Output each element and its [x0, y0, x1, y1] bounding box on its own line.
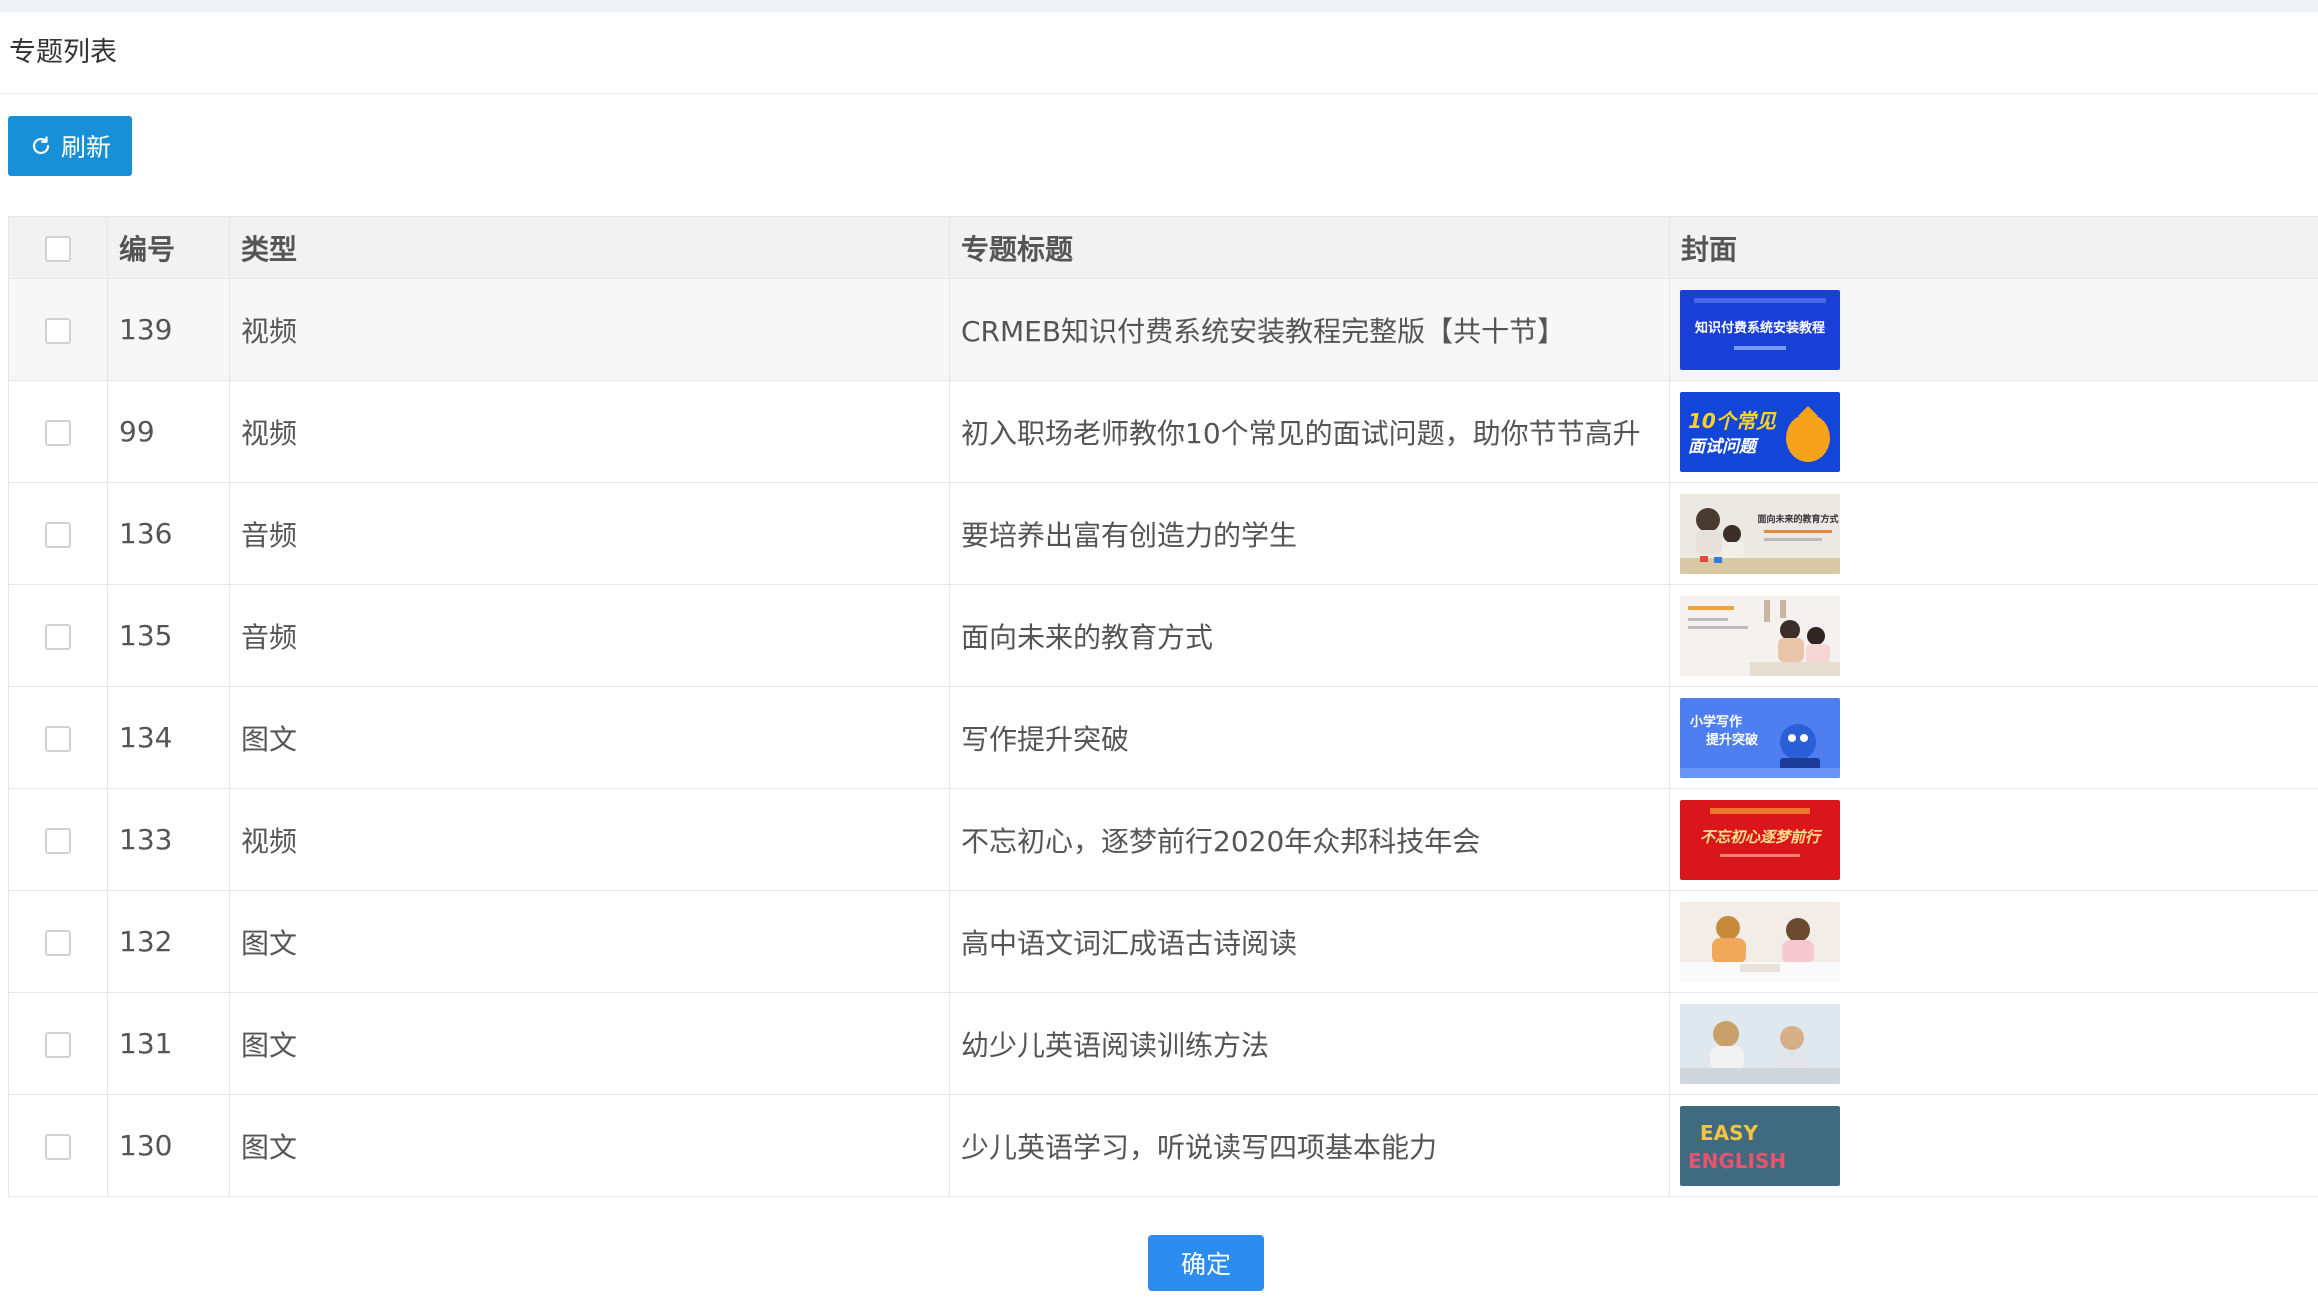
row-checkbox[interactable]	[45, 420, 71, 446]
cell-cover: 不忘初心逐梦前行	[1669, 788, 2318, 891]
cell-cover: EASY ENGLISH	[1669, 1094, 2318, 1197]
cell-title: 幼少儿英语阅读训练方法	[949, 992, 1670, 1095]
select-all-checkbox[interactable]	[45, 236, 71, 262]
table-header-row: 编号 类型 专题标题 封面	[8, 216, 2318, 279]
cover-thumbnail: 知识付费系统安装教程	[1680, 289, 1840, 370]
svg-text:ENGLISH: ENGLISH	[1688, 1149, 1786, 1173]
row-checkbox[interactable]	[45, 726, 71, 752]
cell-id: 131	[107, 992, 230, 1095]
column-header-type: 类型	[229, 216, 950, 279]
topic-table-container: 编号 类型 专题标题 封面 139 视频 CRMEB知识付费系统安装教程完整版【…	[8, 216, 2318, 1204]
cell-title: 不忘初心，逐梦前行2020年众邦科技年会	[949, 788, 1670, 891]
row-select-cell	[8, 890, 108, 993]
column-header-id: 编号	[107, 216, 230, 279]
top-strip	[0, 0, 2318, 12]
cell-title: 面向未来的教育方式	[949, 584, 1670, 687]
cover-thumbnail	[1680, 1003, 1840, 1084]
cell-title: CRMEB知识付费系统安装教程完整版【共十节】	[949, 278, 1670, 381]
row-select-cell	[8, 992, 108, 1095]
refresh-button[interactable]: 刷新	[8, 116, 132, 176]
cover-thumbnail: 不忘初心逐梦前行	[1680, 799, 1840, 880]
cell-type: 图文	[229, 992, 950, 1095]
row-select-cell	[8, 788, 108, 891]
row-checkbox[interactable]	[45, 930, 71, 956]
row-select-cell	[8, 584, 108, 687]
cell-id: 133	[107, 788, 230, 891]
svg-text:EASY: EASY	[1700, 1121, 1759, 1145]
row-select-cell	[8, 482, 108, 585]
cell-type: 图文	[229, 1094, 950, 1197]
cell-id: 136	[107, 482, 230, 585]
table-row[interactable]: 133 视频 不忘初心，逐梦前行2020年众邦科技年会 不忘初心逐梦前行	[8, 788, 2318, 891]
cover-thumbnail	[1680, 901, 1840, 982]
svg-text:10个常见: 10个常见	[1688, 409, 1777, 433]
svg-text:提升突破: 提升突破	[1706, 732, 1758, 748]
cell-title: 高中语文词汇成语古诗阅读	[949, 890, 1670, 993]
row-select-cell	[8, 380, 108, 483]
svg-text:面向未来的教育方式: 面向未来的教育方式	[1757, 513, 1838, 525]
cell-cover	[1669, 890, 2318, 993]
cell-type: 视频	[229, 278, 950, 381]
table-row[interactable]: 99 视频 初入职场老师教你10个常见的面试问题，助你节节高升 10个常见 面试…	[8, 380, 2318, 483]
cell-cover: 小学写作 提升突破	[1669, 686, 2318, 789]
confirm-button[interactable]: 确定	[1148, 1235, 1264, 1291]
cell-title: 少儿英语学习，听说读写四项基本能力	[949, 1094, 1670, 1197]
cover-thumbnail	[1680, 595, 1840, 676]
cell-type: 音频	[229, 482, 950, 585]
cell-id: 99	[107, 380, 230, 483]
row-checkbox[interactable]	[45, 1032, 71, 1058]
table-row[interactable]: 131 图文 幼少儿英语阅读训练方法	[8, 992, 2318, 1095]
row-select-cell	[8, 278, 108, 381]
table-row[interactable]: 139 视频 CRMEB知识付费系统安装教程完整版【共十节】 知识付费系统安装教…	[8, 278, 2318, 381]
cell-id: 134	[107, 686, 230, 789]
cell-title: 写作提升突破	[949, 686, 1670, 789]
cell-id: 132	[107, 890, 230, 993]
cover-thumbnail: 10个常见 面试问题	[1680, 391, 1840, 472]
cell-type: 视频	[229, 788, 950, 891]
cell-cover: 知识付费系统安装教程	[1669, 278, 2318, 381]
row-checkbox[interactable]	[45, 828, 71, 854]
refresh-icon	[29, 134, 53, 158]
table-row[interactable]: 134 图文 写作提升突破 小学写作 提升突破	[8, 686, 2318, 789]
cell-title: 初入职场老师教你10个常见的面试问题，助你节节高升	[949, 380, 1670, 483]
cell-cover: 10个常见 面试问题	[1669, 380, 2318, 483]
panel-header: 专题列表	[0, 12, 2318, 94]
refresh-label: 刷新	[60, 133, 111, 162]
cell-id: 135	[107, 584, 230, 687]
row-checkbox[interactable]	[45, 1134, 71, 1160]
cover-thumbnail: 面向未来的教育方式	[1680, 493, 1840, 574]
cell-cover	[1669, 584, 2318, 687]
svg-text:不忘初心逐梦前行: 不忘初心逐梦前行	[1700, 828, 1823, 846]
topic-table: 编号 类型 专题标题 封面 139 视频 CRMEB知识付费系统安装教程完整版【…	[8, 216, 2318, 1197]
table-row[interactable]: 132 图文 高中语文词汇成语古诗阅读	[8, 890, 2318, 993]
column-header-title: 专题标题	[949, 216, 1670, 279]
svg-text:面试问题: 面试问题	[1688, 437, 1760, 457]
page-title: 专题列表	[9, 37, 117, 68]
row-checkbox[interactable]	[45, 318, 71, 344]
cell-type: 音频	[229, 584, 950, 687]
row-select-cell	[8, 1094, 108, 1197]
cell-id: 130	[107, 1094, 230, 1197]
cell-id: 139	[107, 278, 230, 381]
column-header-cover: 封面	[1669, 216, 2318, 279]
cover-thumbnail: EASY ENGLISH	[1680, 1105, 1840, 1186]
cell-type: 图文	[229, 686, 950, 789]
cell-type: 视频	[229, 380, 950, 483]
cell-type: 图文	[229, 890, 950, 993]
select-all-cell	[8, 216, 108, 279]
cell-cover: 面向未来的教育方式	[1669, 482, 2318, 585]
table-row[interactable]: 130 图文 少儿英语学习，听说读写四项基本能力 EASY ENGLISH	[8, 1094, 2318, 1197]
svg-text:小学写作: 小学写作	[1690, 714, 1742, 730]
svg-text:知识付费系统安装教程: 知识付费系统安装教程	[1695, 320, 1825, 336]
row-checkbox[interactable]	[45, 522, 71, 548]
table-row[interactable]: 135 音频 面向未来的教育方式	[8, 584, 2318, 687]
cell-title: 要培养出富有创造力的学生	[949, 482, 1670, 585]
cover-thumbnail: 小学写作 提升突破	[1680, 697, 1840, 778]
row-select-cell	[8, 686, 108, 789]
table-row[interactable]: 136 音频 要培养出富有创造力的学生 面向未来的教育方式	[8, 482, 2318, 585]
row-checkbox[interactable]	[45, 624, 71, 650]
cell-cover	[1669, 992, 2318, 1095]
